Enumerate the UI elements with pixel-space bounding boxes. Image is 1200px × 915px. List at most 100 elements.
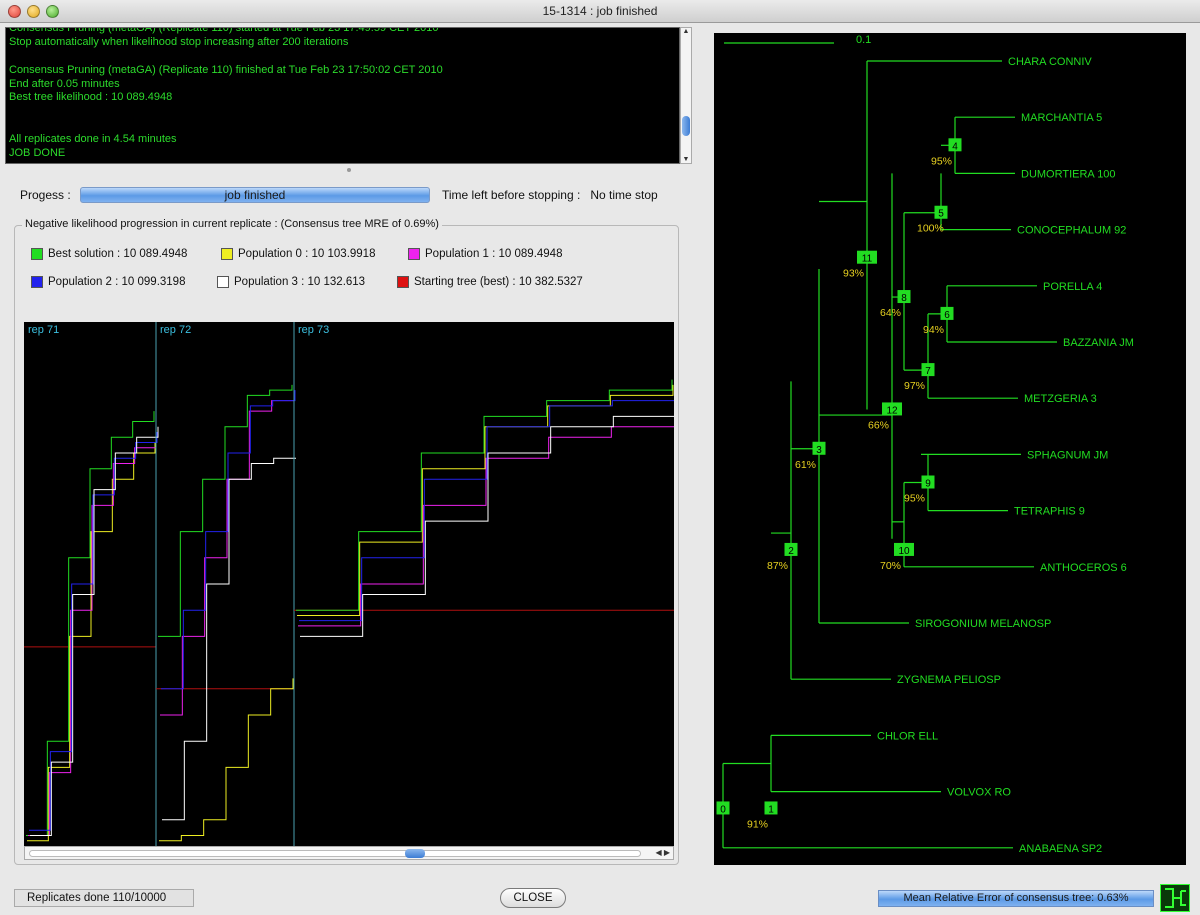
legend-swatch — [31, 248, 43, 260]
log-scrollbar[interactable]: ▲ ▼ — [680, 27, 692, 164]
consensus-tree-svg: 0.1 CHARA CONNIV MARCHANTIA 5 DUMORTIERA 10… — [716, 34, 1134, 855]
legend-label: Starting tree (best) : 10 382.5327 — [414, 276, 583, 288]
tree-app-icon — [1160, 884, 1190, 912]
time-left-label: Time left before stopping : — [442, 188, 581, 202]
legend-swatch — [217, 276, 229, 288]
taxon-label: BAZZANIA JM — [1063, 337, 1134, 349]
log-line: Consensus Pruning (metaGA) (Replicate 11… — [9, 63, 443, 76]
taxon-label: PORELLA 4 — [1043, 281, 1102, 293]
series-line-pop0 — [159, 678, 294, 842]
chart-scrollbar[interactable]: ◀ ▶ — [24, 846, 674, 860]
support-value: 100% — [917, 223, 944, 235]
legend-label: Population 2 : 10 099.3198 — [48, 276, 186, 288]
progress-label: Progess : — [20, 188, 71, 202]
legend-population-3: Population 3 : 10 132.613 — [217, 276, 365, 288]
support-value: 95% — [904, 493, 925, 505]
support-value: 87% — [767, 560, 788, 572]
support-value: 93% — [843, 268, 864, 280]
node-id: 5 — [938, 209, 944, 220]
support-value: 94% — [923, 324, 944, 336]
support-value: 97% — [904, 380, 925, 392]
close-button[interactable]: CLOSE — [500, 888, 566, 908]
node-id: 7 — [925, 366, 931, 377]
taxon-label: CHLOR ELL — [877, 730, 938, 742]
taxon-label: MARCHANTIA 5 — [1021, 112, 1102, 124]
taxon-label: TETRAPHIS 9 — [1014, 506, 1085, 518]
consensus-tree-panel: 0.1 CHARA CONNIV MARCHANTIA 5 DUMORTIERA 10… — [714, 33, 1186, 865]
legend-label: Population 0 : 10 103.9918 — [238, 248, 376, 260]
legend-starting-tree: Starting tree (best) : 10 382.5327 — [397, 276, 583, 288]
likelihood-chart: rep 71 rep 72 rep 73 — [24, 322, 674, 846]
replicates-status: Replicates done 110/10000 — [14, 889, 194, 907]
log-line: End after 0.05 minutes — [9, 77, 120, 90]
taxon-label: VOLVOX RO — [947, 787, 1011, 799]
taxon-label: CHARA CONNIV — [1008, 56, 1092, 68]
legend-label: Population 1 : 10 089.4948 — [425, 248, 563, 260]
node-id: 11 — [862, 254, 873, 265]
legend-swatch — [31, 276, 43, 288]
taxon-label: ANABAENA SP2 — [1019, 843, 1102, 855]
window-title: 15-1314 : job finished — [542, 4, 658, 18]
group-title: Negative likelihood progression in curre… — [22, 218, 442, 230]
chart-scroll-thumb[interactable] — [405, 849, 425, 858]
mre-status: Mean Relative Error of consensus tree: 0… — [878, 890, 1154, 907]
taxon-label: SIROGONIUM MELANOSP — [915, 618, 1051, 630]
log-line: Best tree likelihood : 10 089.4948 — [9, 91, 173, 104]
series-line-best — [296, 379, 673, 611]
legend-swatch — [221, 248, 233, 260]
support-value: 64% — [880, 307, 901, 319]
legend-swatch — [408, 248, 420, 260]
series-line-pop0 — [27, 442, 156, 842]
series-line-best — [158, 384, 293, 637]
progress-bar: job finished — [80, 187, 430, 203]
node-id: 0 — [720, 804, 726, 815]
node-id: 10 — [898, 546, 910, 557]
legend-population-0: Population 0 : 10 103.9918 — [221, 248, 375, 260]
log-line: All replicates done in 4.54 minutes — [9, 133, 177, 146]
scroll-up-icon[interactable]: ▲ — [682, 28, 690, 35]
node-id: 1 — [768, 804, 774, 815]
legend-population-1: Population 1 : 10 089.4948 — [408, 248, 562, 260]
support-value: 91% — [747, 818, 768, 830]
series-line-pop0 — [297, 384, 674, 616]
legend-swatch — [397, 276, 409, 288]
horizontal-splitter[interactable] — [5, 166, 692, 174]
support-value: 70% — [880, 560, 901, 572]
vertical-splitter[interactable] — [697, 27, 705, 877]
support-value: 66% — [868, 419, 889, 431]
time-left-value: No time stop — [590, 188, 658, 202]
series-line-pop2 — [161, 390, 296, 690]
chart-scroll-track[interactable] — [29, 850, 641, 857]
node-id: 8 — [901, 293, 907, 304]
taxon-label: ZYGNEMA PELIOSP — [897, 674, 1001, 686]
time-left: Time left before stopping : No time stop — [442, 188, 658, 202]
series-line-best — [26, 411, 155, 837]
support-value: 61% — [795, 459, 816, 471]
panel-label: rep 72 — [160, 324, 191, 336]
likelihood-chart-svg: rep 71 rep 72 rep 73 — [24, 322, 674, 846]
node-id: 6 — [944, 310, 950, 321]
series-line-pop1 — [298, 426, 674, 627]
log-scroll-thumb[interactable] — [682, 116, 690, 136]
panel-label: rep 73 — [298, 324, 329, 336]
taxon-label: SPHAGNUM JM — [1027, 449, 1108, 461]
scroll-arrows-icon[interactable]: ◀ ▶ — [655, 847, 670, 859]
panel-label: rep 71 — [28, 324, 59, 336]
legend-population-2: Population 2 : 10 099.3198 — [31, 276, 185, 288]
scale-label: 0.1 — [856, 34, 871, 46]
log-console[interactable]: Consensus Pruning (metaGA) (Replicate 11… — [5, 27, 680, 164]
node-id: 2 — [788, 546, 794, 557]
taxon-label: ANTHOCEROS 6 — [1040, 562, 1127, 574]
node-id: 12 — [886, 405, 898, 416]
taxon-label: CONOCEPHALUM 92 — [1017, 225, 1126, 237]
log-line: JOB DONE — [9, 147, 66, 160]
legend-label: Best solution : 10 089.4948 — [48, 248, 188, 260]
log-line: Stop automatically when likelihood stop … — [9, 35, 349, 48]
node-id: 4 — [952, 141, 958, 152]
scroll-down-icon[interactable]: ▼ — [682, 156, 690, 163]
log-line: Consensus Pruning (metaGA) (Replicate 11… — [9, 27, 439, 34]
legend-best-solution: Best solution : 10 089.4948 — [31, 248, 187, 260]
